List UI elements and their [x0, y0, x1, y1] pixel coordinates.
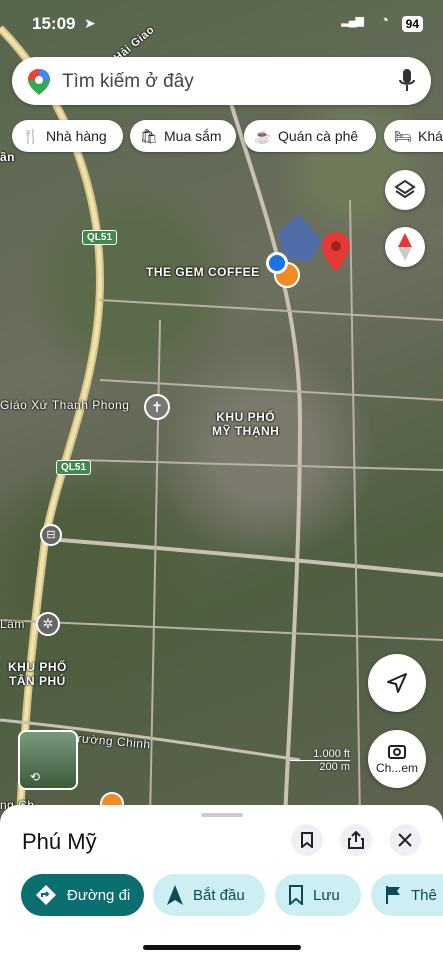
place-sheet[interactable]: Phú Mỹ Đường đi Bắt đầu Lưu Thê — [0, 805, 443, 959]
map-label-lam: Lâm — [0, 617, 25, 631]
bed-icon: 🛏 — [394, 128, 412, 144]
camera-icon — [388, 745, 406, 759]
close-button[interactable] — [389, 824, 421, 856]
add-label-label: Thê — [411, 886, 437, 904]
search-input[interactable]: Tìm kiếm ở đây — [62, 71, 194, 93]
navigation-arrow-icon — [387, 673, 407, 693]
chip-coffee[interactable]: ☕ Quán cà phê — [244, 120, 376, 152]
cellular-signal-icon: ▂▄▆ — [341, 15, 364, 27]
directions-label: Đường đi — [67, 886, 131, 904]
maps-logo-icon — [28, 69, 50, 95]
status-time: 15:09 — [32, 14, 76, 33]
district-line1: KHU PHỐ — [216, 410, 276, 424]
start-button[interactable]: Bắt đầu — [153, 874, 265, 916]
coffee-cup-icon: ☕ — [254, 128, 272, 144]
add-label-button[interactable]: Thê — [371, 874, 443, 916]
bookmark-icon — [301, 832, 313, 848]
search-bar[interactable]: Tìm kiếm ở đây — [12, 57, 431, 105]
district-label-my-thanh: KHU PHỐ MỸ THẠNH — [212, 410, 279, 438]
map-label-coffee[interactable]: THE GEM COFFEE — [146, 265, 260, 279]
fork-knife-icon: 🍴 — [22, 128, 40, 144]
camera-search-label: Ch...em — [375, 761, 418, 775]
scale-ft: 1.000 ft — [290, 748, 350, 761]
save-button[interactable]: Lưu — [275, 874, 361, 916]
district-line2: MỸ THẠNH — [212, 424, 280, 438]
highway-shield-ql51: QL51 — [82, 230, 118, 245]
location-arrow-icon: ➤ — [84, 15, 96, 31]
share-button[interactable] — [340, 824, 372, 856]
church-icon[interactable]: ✝ — [144, 394, 170, 420]
my-location-dot — [266, 252, 288, 274]
directions-button[interactable]: Đường đi — [21, 874, 144, 916]
bus-stop-icon[interactable]: ⊟ — [40, 524, 62, 546]
microphone-icon[interactable] — [399, 69, 415, 93]
scale-m: 200 m — [319, 761, 350, 773]
start-label: Bắt đầu — [193, 886, 245, 904]
layers-button[interactable] — [385, 170, 425, 210]
flag-icon — [385, 885, 401, 905]
battery-indicator: 94 — [401, 16, 423, 32]
map-label-parish: Giáo Xứ Thanh Phong — [0, 398, 130, 412]
close-icon — [398, 833, 412, 847]
status-bar: 15:09 ➤ ▂▄▆ ◔ 94 — [0, 0, 443, 48]
sheet-handle[interactable] — [201, 813, 243, 817]
save-label: Lưu — [313, 886, 340, 904]
category-chips: 🍴 Nhà hàng 🛍 Mua sắm ☕ Quán cà phê 🛏 Khá — [12, 120, 443, 154]
bookmark-icon — [289, 885, 303, 905]
my-location-button[interactable] — [368, 654, 426, 712]
red-map-pin-icon[interactable] — [322, 232, 350, 272]
chip-restaurants[interactable]: 🍴 Nhà hàng — [12, 120, 123, 152]
compass-button[interactable] — [385, 227, 425, 267]
layers-icon — [394, 179, 416, 199]
wifi-icon: ◔ — [379, 12, 389, 29]
temple-icon[interactable]: ✲ — [36, 612, 60, 636]
camera-search-button[interactable]: Ch...em — [368, 730, 426, 788]
map-scale: 1.000 ft 200 m — [290, 748, 350, 773]
share-icon — [348, 831, 364, 849]
district2-line2: TÂN PHÚ — [9, 674, 66, 688]
district2-line1: KHU PHỐ — [8, 660, 67, 674]
compass-icon — [398, 233, 412, 261]
street-view-icon: ⟲ — [30, 770, 41, 784]
chip-shopping[interactable]: 🛍 Mua sắm — [130, 120, 236, 152]
street-view-thumbnail[interactable]: ⟲ — [18, 730, 78, 790]
save-icon-button[interactable] — [291, 824, 323, 856]
district-label-tan-phu: KHU PHỐ TÂN PHÚ — [8, 660, 67, 688]
directions-icon — [35, 884, 57, 906]
chip-hotels[interactable]: 🛏 Khá — [384, 120, 443, 152]
home-indicator[interactable] — [143, 945, 301, 950]
highway-shield-ql51-2: QL51 — [56, 460, 92, 475]
chip-label: Quán cà phê — [278, 128, 359, 144]
place-title: Phú Mỹ — [22, 829, 97, 854]
chip-label: Nhà hàng — [46, 128, 107, 144]
chip-label: Khá — [418, 128, 443, 144]
chip-label: Mua sắm — [164, 128, 222, 144]
shopping-bag-icon: 🛍 — [140, 128, 158, 144]
navigation-arrow-icon — [167, 885, 183, 905]
